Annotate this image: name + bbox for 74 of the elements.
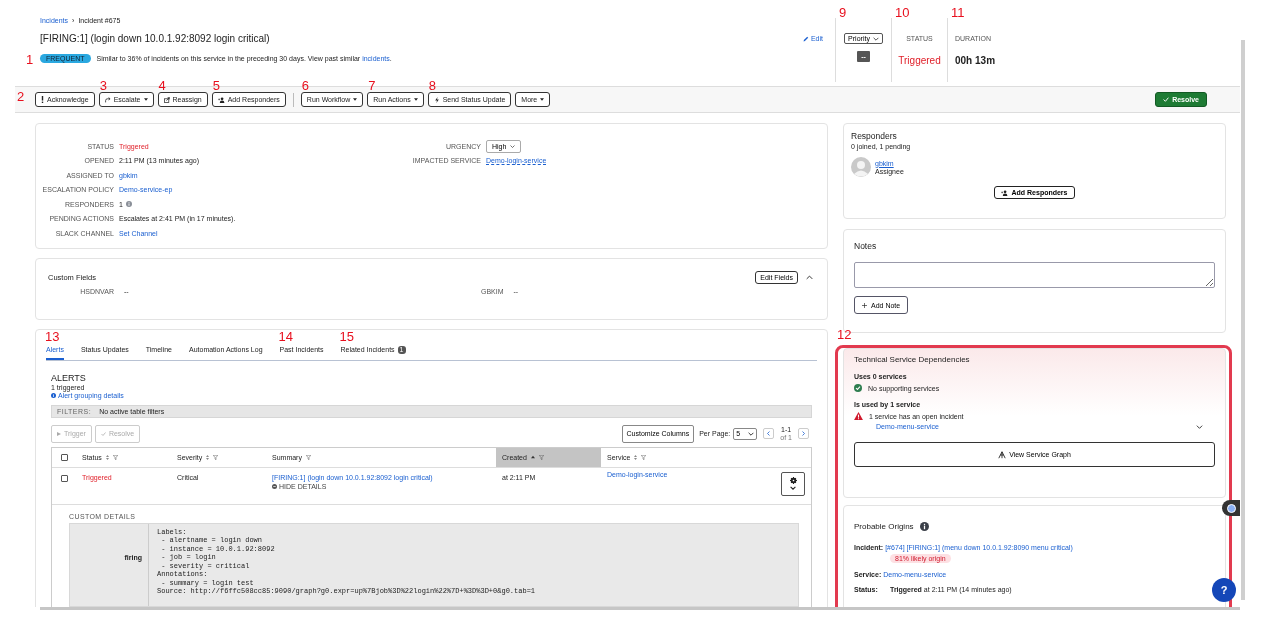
incident-title: [FIRING:1] (login down 10.0.1.92:8092 login critical) <box>40 33 270 44</box>
section-title: Technical Service Dependencies <box>854 355 971 364</box>
section-title: Notes <box>854 241 878 251</box>
annotation-number: 9 <box>839 6 847 19</box>
pencil-icon <box>802 35 809 42</box>
select-all-checkbox[interactable] <box>60 453 68 461</box>
info-icon <box>919 522 929 531</box>
chevron-down-icon <box>872 36 879 41</box>
section-title: ALERTS <box>51 372 87 383</box>
sort-icon <box>206 454 210 460</box>
next-page-button[interactable] <box>798 428 809 440</box>
sort-icon <box>105 454 109 460</box>
annotation-number: 2 <box>17 90 25 103</box>
status-value: Triggered <box>898 55 941 66</box>
filter-icon <box>213 454 219 460</box>
info-icon <box>51 392 56 398</box>
annotation-number: 7 <box>368 79 376 92</box>
check-circle-icon <box>854 384 862 392</box>
caret-icon <box>413 98 418 101</box>
scrollbar[interactable] <box>1241 40 1245 600</box>
section-title: Responders <box>851 131 898 141</box>
annotation-number: 5 <box>212 79 220 92</box>
side-widget-icon[interactable] <box>1222 500 1240 516</box>
chevron-down-icon <box>748 431 755 436</box>
arrow-icon <box>104 96 111 103</box>
filter-icon <box>641 454 647 460</box>
plus-icon <box>862 302 867 308</box>
chevron-down-icon <box>790 486 796 491</box>
minus-circle-icon <box>272 483 277 489</box>
warning-icon <box>854 412 863 420</box>
chevron-down-icon <box>510 144 516 148</box>
sort-icon <box>634 454 638 460</box>
check-icon <box>100 431 106 436</box>
graph-icon <box>998 450 1007 459</box>
row-checkbox[interactable] <box>60 474 68 482</box>
caret-icon <box>353 98 358 101</box>
info-icon <box>125 201 132 208</box>
note-input[interactable] <box>854 262 1215 288</box>
annotation-number: 4 <box>158 79 166 92</box>
previous-page-button[interactable] <box>763 428 775 440</box>
scrollbar[interactable] <box>40 607 1240 610</box>
share-icon <box>163 96 170 103</box>
play-icon <box>57 431 61 436</box>
row-actions-button[interactable] <box>781 471 805 496</box>
person-add-icon <box>1001 189 1009 196</box>
caret-icon <box>540 98 545 101</box>
annotation-number: 13 <box>45 330 60 343</box>
exclamation-icon <box>41 96 44 103</box>
annotation-number: 11 <box>951 6 965 19</box>
annotation-number: 6 <box>301 79 310 92</box>
chevron-icon[interactable] <box>1196 424 1203 429</box>
bolt-icon <box>433 96 440 103</box>
check-icon <box>1163 97 1170 102</box>
filter-icon <box>112 454 118 460</box>
annotation-number: 12 <box>837 328 852 341</box>
annotation-number: 15 <box>339 330 354 343</box>
avatar-icon <box>851 157 871 177</box>
caret-icon <box>143 98 148 101</box>
annotation-number: 10 <box>895 6 910 19</box>
duration-value: 00h 13m <box>955 55 996 66</box>
chevron-right-icon <box>802 431 805 437</box>
sort-ascending-icon <box>530 455 535 460</box>
gear-icon <box>789 477 797 485</box>
annotation-number: 3 <box>99 79 107 92</box>
section-title: Probable Origins <box>854 522 914 531</box>
annotation-number: 14 <box>278 330 293 343</box>
annotation-number: 8 <box>428 79 436 92</box>
filter-icon <box>305 454 311 460</box>
chevron-left-icon <box>767 431 771 437</box>
help-button[interactable]: ? <box>1212 578 1236 602</box>
chevron-icon[interactable] <box>806 275 813 280</box>
annotation-number: 1 <box>26 53 34 66</box>
person-add-icon <box>217 96 225 103</box>
filter-icon <box>538 454 544 460</box>
